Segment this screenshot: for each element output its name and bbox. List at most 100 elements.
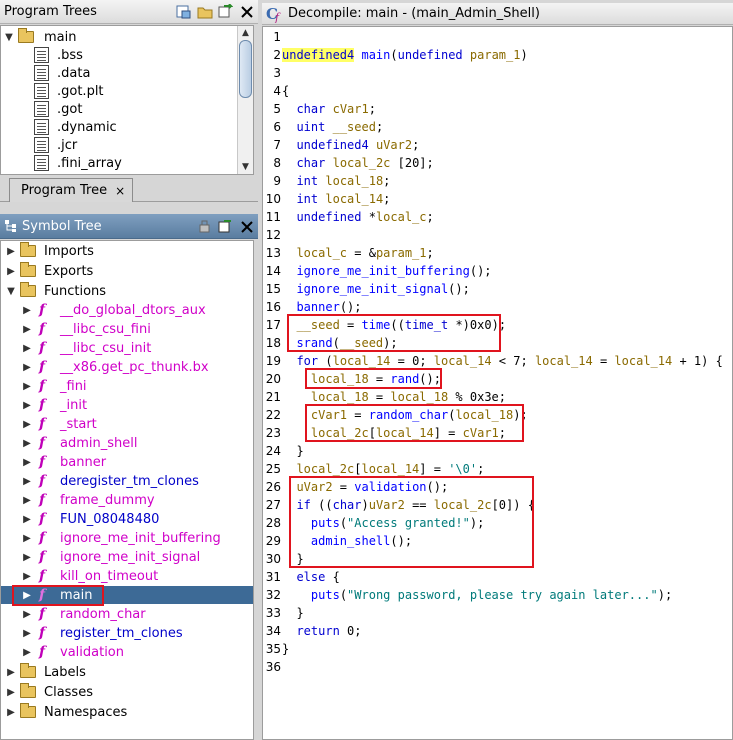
category-classes[interactable]: ▶ Classes (5, 683, 93, 701)
function-item[interactable]: ▶ f register_tm_clones (1, 624, 182, 642)
tree-item[interactable]: .got (34, 100, 82, 118)
function-name: __libc_csu_init (60, 340, 152, 356)
function-item[interactable]: ▶ f ignore_me_init_signal (1, 548, 200, 566)
function-item[interactable]: ▶ f admin_shell (1, 434, 137, 452)
collapsed-chevron-icon[interactable]: ▶ (5, 687, 17, 698)
function-item[interactable]: ▶ f deregister_tm_clones (1, 472, 199, 490)
collapsed-chevron-icon[interactable]: ▶ (5, 707, 17, 718)
collapsed-chevron-icon[interactable]: ▶ (21, 362, 33, 373)
code-line[interactable]: 1 (263, 28, 732, 46)
close-icon[interactable] (238, 3, 255, 20)
collapsed-chevron-icon[interactable]: ▶ (21, 552, 33, 563)
code-line[interactable]: 35} (263, 640, 732, 658)
code-line[interactable]: 9 int local_18; (263, 172, 732, 190)
open-tree-icon[interactable] (175, 3, 192, 20)
function-item[interactable]: ▶ f validation (1, 643, 124, 661)
collapsed-chevron-icon[interactable]: ▶ (21, 419, 33, 430)
program-tree-scrollbar[interactable]: ▲ ▼ (237, 26, 253, 174)
collapsed-chevron-icon[interactable]: ▶ (21, 571, 33, 582)
collapsed-chevron-icon[interactable]: ▶ (21, 533, 33, 544)
code-line[interactable]: 8 char local_2c [20]; (263, 154, 732, 172)
collapsed-chevron-icon[interactable]: ▶ (21, 609, 33, 620)
code-text: } (282, 444, 304, 458)
tree-item[interactable]: .bss (34, 46, 83, 64)
function-item[interactable]: ▶ f _start (1, 415, 97, 433)
code-line[interactable]: 31 else { (263, 568, 732, 586)
code-line[interactable]: 10 int local_14; (263, 190, 732, 208)
code-line[interactable]: 34 return 0; (263, 622, 732, 640)
function-item[interactable]: ▶ f __libc_csu_init (1, 339, 151, 357)
function-item[interactable]: ▶ f kill_on_timeout (1, 567, 158, 585)
code-line[interactable]: 7 undefined4 uVar2; (263, 136, 732, 154)
code-line[interactable]: 13 local_c = &param_1; (263, 244, 732, 262)
function-item[interactable]: ▶ f __x86.get_pc_thunk.bx (1, 358, 208, 376)
expanded-chevron-icon[interactable]: ▼ (3, 32, 15, 43)
tree-root-label: main (44, 29, 77, 45)
scrollbar-thumb[interactable] (239, 40, 252, 98)
code-text: } (282, 606, 304, 620)
tree-item[interactable]: .data (34, 64, 90, 82)
collapsed-chevron-icon[interactable]: ▶ (21, 400, 33, 411)
tab-close-icon[interactable]: × (115, 184, 125, 198)
collapsed-chevron-icon[interactable]: ▶ (21, 381, 33, 392)
tree-item[interactable]: .got.plt (34, 82, 104, 100)
collapsed-chevron-icon[interactable]: ▶ (21, 457, 33, 468)
expanded-chevron-icon[interactable]: ▼ (5, 286, 17, 297)
code-line[interactable]: 33 } (263, 604, 732, 622)
category-labels[interactable]: ▶ Labels (5, 663, 86, 681)
line-number: 3 (273, 66, 281, 80)
code-line[interactable]: 5 char cVar1; (263, 100, 732, 118)
tab-program-tree[interactable]: Program Tree × (9, 178, 133, 202)
collapsed-chevron-icon[interactable]: ▶ (21, 343, 33, 354)
collapsed-chevron-icon[interactable]: ▶ (5, 667, 17, 678)
tree-item[interactable]: .fini_array (34, 154, 122, 172)
close-icon[interactable] (238, 218, 255, 235)
code-line[interactable]: 4{ (263, 82, 732, 100)
scroll-up-icon[interactable]: ▲ (238, 26, 253, 40)
code-line[interactable]: 14 ignore_me_init_buffering(); (263, 262, 732, 280)
pin-icon[interactable] (196, 218, 213, 235)
function-name: random_char (60, 606, 146, 622)
function-item[interactable]: ▶ f random_char (1, 605, 146, 623)
collapsed-chevron-icon[interactable]: ▶ (21, 305, 33, 316)
collapsed-chevron-icon[interactable]: ▶ (21, 514, 33, 525)
code-line[interactable]: 24 } (263, 442, 732, 460)
collapsed-chevron-icon[interactable]: ▶ (5, 266, 17, 277)
code-line[interactable]: 12 (263, 226, 732, 244)
function-item[interactable]: ▶ f frame_dummy (1, 491, 154, 509)
refresh-icon[interactable] (217, 3, 234, 20)
function-item[interactable]: ▶ f ignore_me_init_buffering (1, 529, 221, 547)
collapsed-chevron-icon[interactable]: ▶ (21, 438, 33, 449)
function-item[interactable]: ▶ f banner (1, 453, 106, 471)
collapsed-chevron-icon[interactable]: ▶ (21, 647, 33, 658)
function-item[interactable]: ▶ f FUN_08048480 (1, 510, 159, 528)
code-line[interactable]: 15 ignore_me_init_signal(); (263, 280, 732, 298)
collapsed-chevron-icon[interactable]: ▶ (21, 324, 33, 335)
function-item[interactable]: ▶ f _fini (1, 377, 86, 395)
tree-item[interactable]: .jcr (34, 136, 77, 154)
refresh-icon[interactable] (217, 218, 234, 235)
code-line[interactable]: 11 undefined *local_c; (263, 208, 732, 226)
category-namespaces[interactable]: ▶ Namespaces (5, 703, 127, 721)
category-functions[interactable]: ▼ Functions (5, 282, 106, 300)
folder-icon[interactable] (196, 3, 213, 20)
category-exports[interactable]: ▶ Exports (5, 262, 93, 280)
code-line[interactable]: 3 (263, 64, 732, 82)
tree-root-main[interactable]: ▼ main (3, 28, 76, 46)
code-line[interactable]: 6 uint __seed; (263, 118, 732, 136)
function-name: _start (60, 416, 97, 432)
code-line[interactable]: 2 undefined4 main(undefined param_1) (263, 46, 732, 64)
code-line[interactable]: 36 (263, 658, 732, 676)
category-imports[interactable]: ▶ Imports (5, 242, 94, 260)
section-file-icon (34, 119, 49, 135)
function-item[interactable]: ▶ f _init (1, 396, 87, 414)
function-item[interactable]: ▶ f __libc_csu_fini (1, 320, 151, 338)
scroll-down-icon[interactable]: ▼ (238, 160, 253, 174)
code-line[interactable]: 32 puts("Wrong password, please try agai… (263, 586, 732, 604)
function-item[interactable]: ▶ f __do_global_dtors_aux (1, 301, 206, 319)
collapsed-chevron-icon[interactable]: ▶ (21, 495, 33, 506)
collapsed-chevron-icon[interactable]: ▶ (5, 246, 17, 257)
collapsed-chevron-icon[interactable]: ▶ (21, 476, 33, 487)
collapsed-chevron-icon[interactable]: ▶ (21, 628, 33, 639)
tree-item[interactable]: .dynamic (34, 118, 117, 136)
